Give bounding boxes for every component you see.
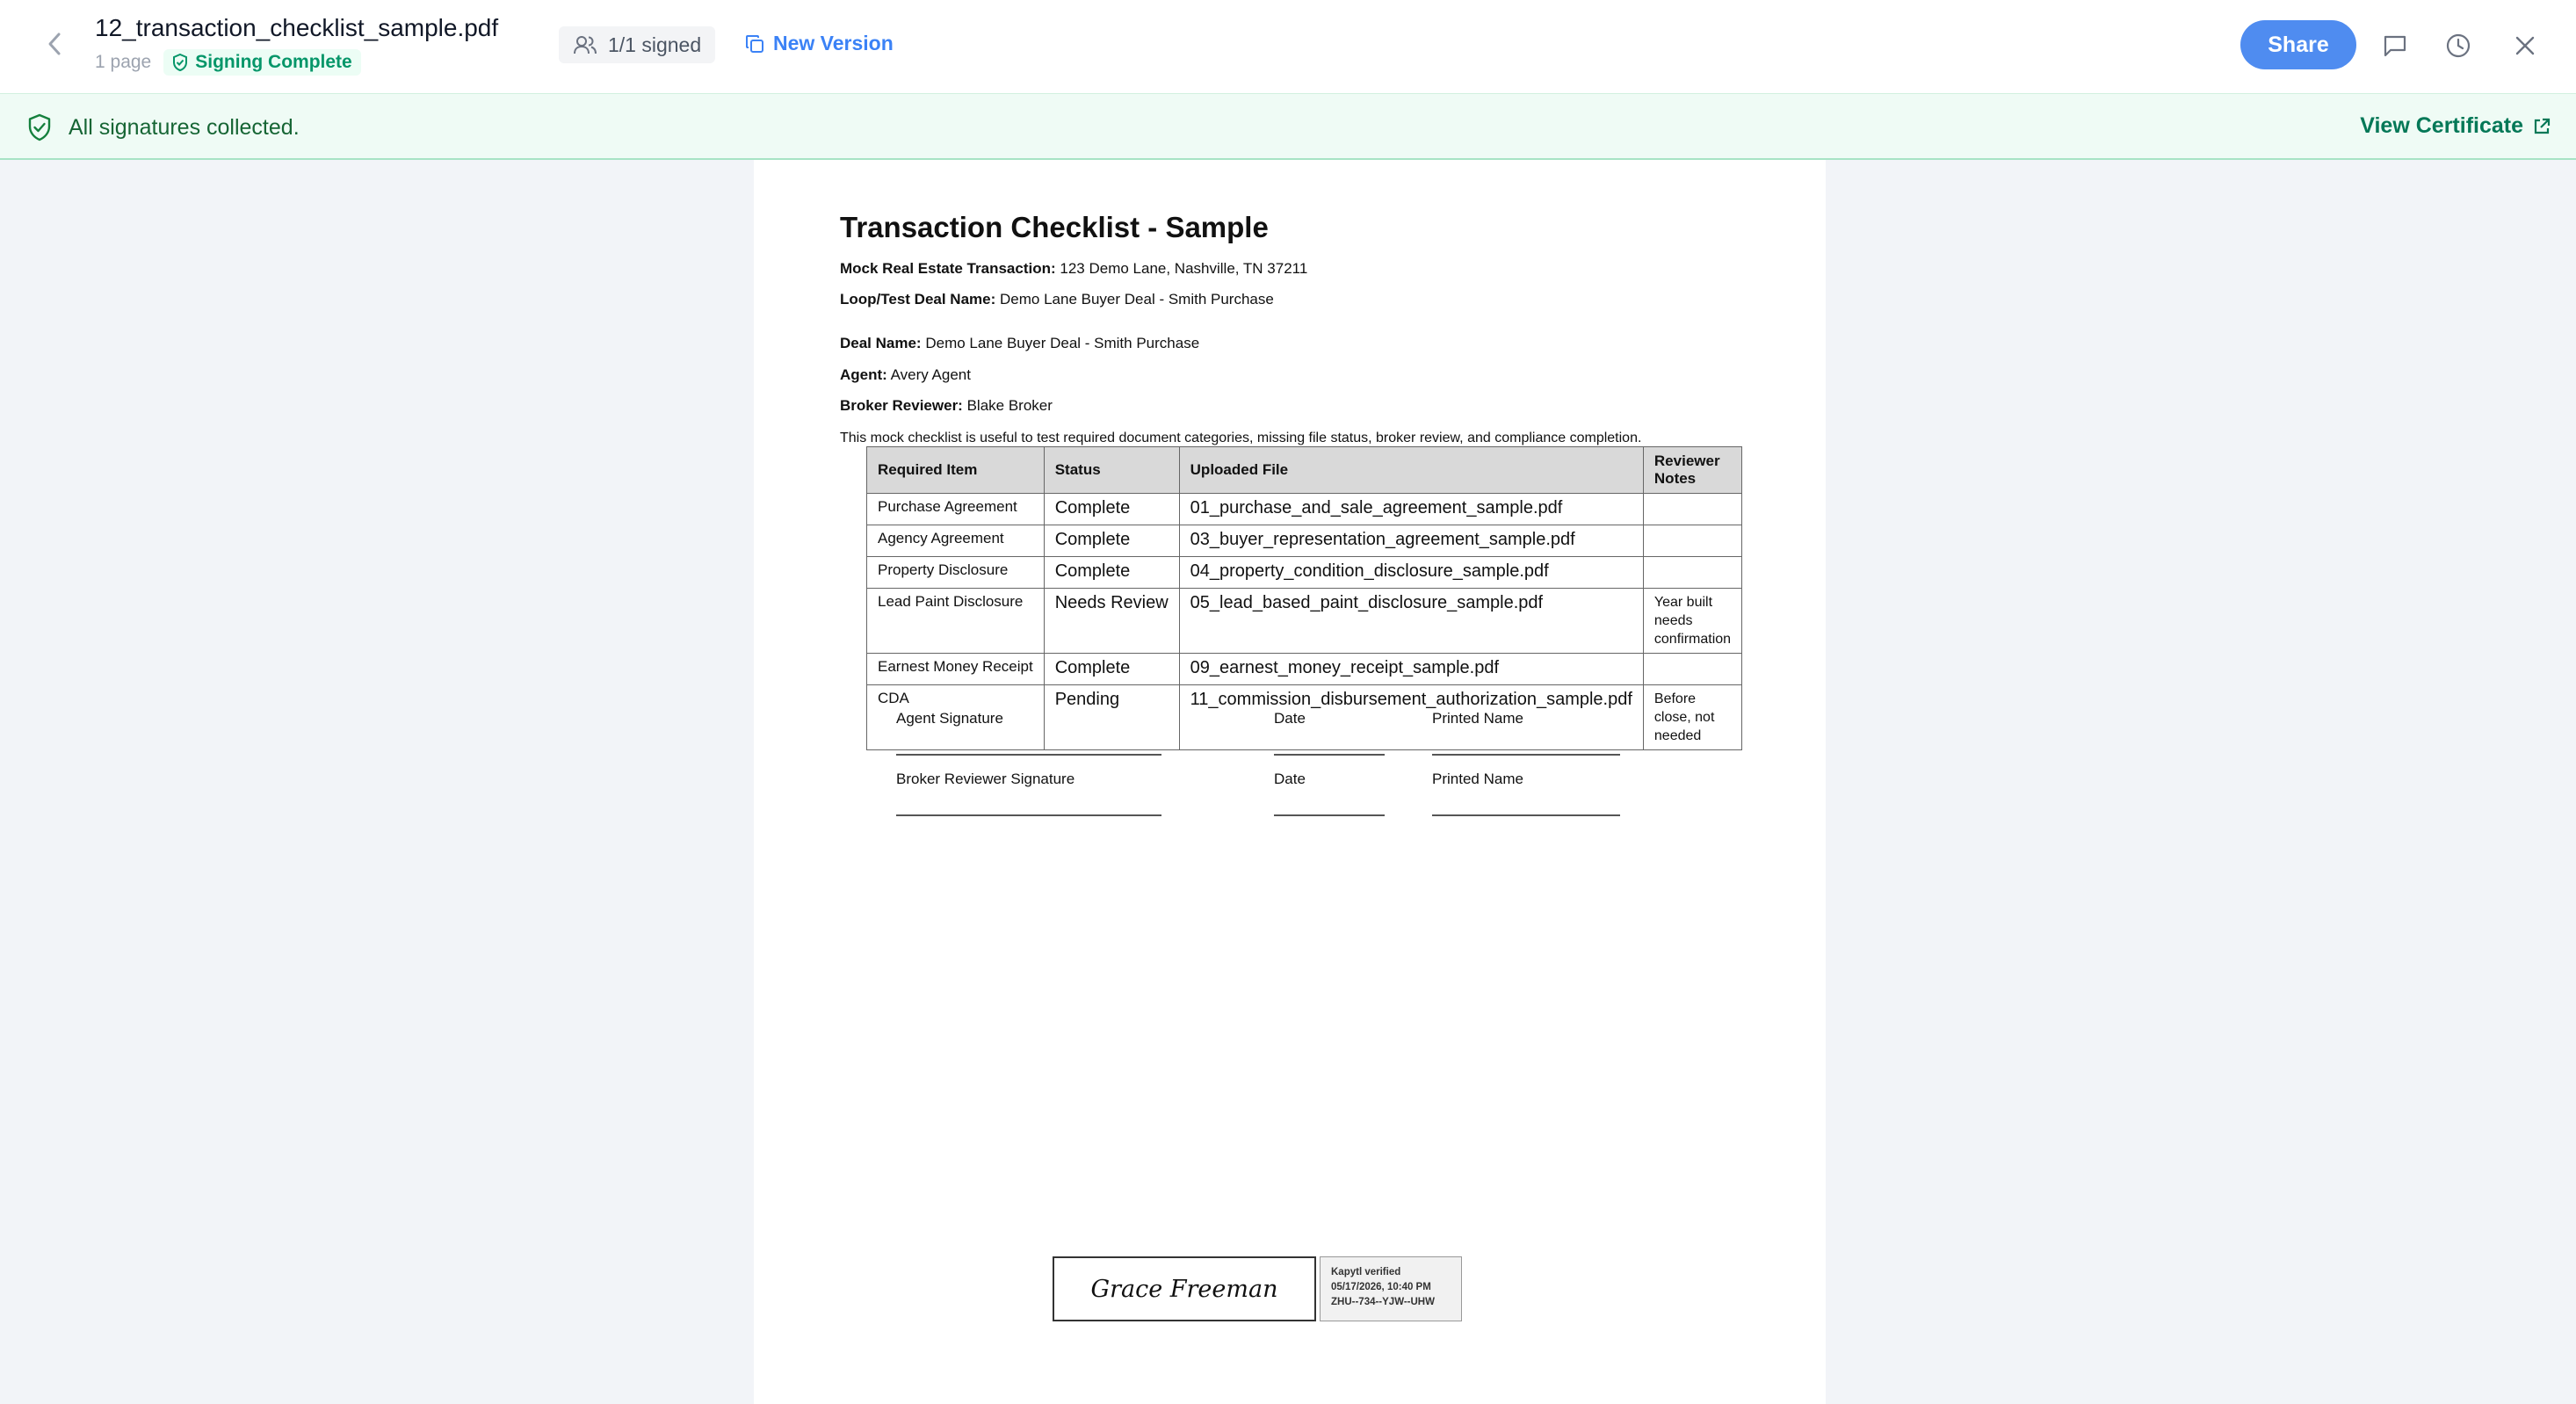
reviewer-notes [1642, 653, 1743, 685]
column-header: Status [1043, 446, 1180, 494]
item-status: Complete [1043, 653, 1180, 685]
printed-name-label: Printed Name [1432, 710, 1523, 727]
uploaded-file: 01_purchase_and_sale_agreement_sample.pd… [1178, 493, 1644, 525]
uploaded-file: 04_property_condition_disclosure_sample.… [1178, 556, 1644, 589]
reviewer-notes [1642, 556, 1743, 589]
uploaded-file: 09_earnest_money_receipt_sample.pdf [1178, 653, 1644, 685]
chevron-left-icon [48, 33, 61, 55]
reviewer-notes: Year built needs confirmation [1642, 588, 1743, 654]
comment-icon [2384, 35, 2406, 57]
page-count: 1 page [95, 52, 152, 72]
verification-code: ZHU--734--YJW--UHW [1331, 1297, 1435, 1307]
applied-signature[interactable]: Grace Freeman [1053, 1256, 1316, 1321]
required-item: Purchase Agreement [866, 493, 1045, 525]
checklist-table: Required Item Status Uploaded File Revie… [866, 446, 1743, 750]
shield-check-icon [28, 113, 51, 141]
shield-check-icon [173, 54, 188, 71]
document-page: Transaction Checklist - Sample Mock Real… [754, 160, 1826, 1404]
verification-timestamp: 05/17/2026, 10:40 PM [1331, 1282, 1431, 1292]
status-badge-label: Signing Complete [195, 52, 352, 72]
item-status: Complete [1043, 556, 1180, 589]
broker-signature-line [896, 814, 1161, 816]
signed-count: 1/1 signed [608, 33, 702, 56]
new-version-label: New Version [773, 32, 894, 54]
table-row: Property Disclosure Complete 04_property… [866, 556, 1743, 589]
transaction-field: Mock Real Estate Transaction: 123 Demo L… [840, 260, 1308, 277]
table-row: Lead Paint Disclosure Needs Review 05_le… [866, 588, 1743, 654]
uploaded-file: 11_commission_disbursement_authorization… [1178, 684, 1644, 750]
document-heading: Transaction Checklist - Sample [840, 211, 1269, 243]
broker-date-line [1274, 814, 1385, 816]
clock-icon [2446, 33, 2471, 58]
verification-label: Kapytl verified [1331, 1267, 1401, 1277]
view-certificate-label: View Certificate [2360, 113, 2523, 138]
view-certificate-link[interactable]: View Certificate [2360, 113, 2551, 139]
date-label: Date [1274, 771, 1306, 787]
new-version-button[interactable]: New Version [745, 32, 894, 55]
uploaded-file: 05_lead_based_paint_disclosure_sample.pd… [1178, 588, 1644, 654]
required-item: Earnest Money Receipt [866, 653, 1045, 685]
document-title[interactable]: 12_transaction_checklist_sample.pdf [95, 14, 498, 42]
agent-printed-name-line [1432, 754, 1620, 756]
users-icon [574, 36, 597, 54]
broker-printed-name-line [1432, 814, 1620, 816]
item-status: Complete [1043, 525, 1180, 557]
table-row: Earnest Money Receipt Complete 09_earnes… [866, 653, 1743, 685]
agent-field: Agent: Avery Agent [840, 366, 971, 383]
loop-deal-field: Loop/Test Deal Name: Demo Lane Buyer Dea… [840, 291, 1274, 308]
title-block: 12_transaction_checklist_sample.pdf 1 pa… [95, 14, 498, 76]
table-header-row: Required Item Status Uploaded File Revie… [866, 446, 1743, 494]
banner-message: All signatures collected. [69, 115, 300, 140]
required-item: Lead Paint Disclosure [866, 588, 1045, 654]
required-item: Agency Agreement [866, 525, 1045, 557]
agent-signature-label: Agent Signature [896, 710, 1003, 727]
broker-signature-label: Broker Reviewer Signature [896, 771, 1075, 787]
comments-button[interactable] [2376, 26, 2414, 65]
close-button[interactable] [2506, 26, 2544, 65]
reviewer-notes [1642, 525, 1743, 557]
date-label: Date [1274, 710, 1306, 727]
status-badge: Signing Complete [163, 49, 361, 76]
table-row: Purchase Agreement Complete 01_purchase_… [866, 493, 1743, 525]
copy-icon [746, 34, 763, 53]
history-button[interactable] [2439, 26, 2478, 65]
share-button[interactable]: Share [2240, 20, 2356, 69]
column-header: Required Item [866, 446, 1045, 494]
item-status: Needs Review [1043, 588, 1180, 654]
close-icon [2515, 36, 2535, 55]
agent-signature-line [896, 754, 1161, 756]
table-row: Agency Agreement Complete 03_buyer_repre… [866, 525, 1743, 557]
deal-name-field: Deal Name: Demo Lane Buyer Deal - Smith … [840, 335, 1200, 351]
document-meta: 1 page Signing Complete [95, 49, 498, 76]
top-bar: 12_transaction_checklist_sample.pdf 1 pa… [0, 0, 2576, 93]
reviewer-notes [1642, 493, 1743, 525]
reviewer-notes: Before close, not needed [1642, 684, 1743, 750]
back-button[interactable] [35, 25, 74, 63]
item-status: Pending [1043, 684, 1180, 750]
uploaded-file: 03_buyer_representation_agreement_sample… [1178, 525, 1644, 557]
signatures-collected-banner: All signatures collected. View Certifica… [0, 93, 2576, 160]
broker-reviewer-field: Broker Reviewer: Blake Broker [840, 397, 1053, 414]
checklist-intro: This mock checklist is useful to test re… [840, 431, 1642, 445]
external-link-icon [2534, 118, 2551, 134]
printed-name-label: Printed Name [1432, 771, 1523, 787]
column-header: Uploaded File [1178, 446, 1644, 494]
signers-button[interactable]: 1/1 signed [559, 26, 716, 63]
column-header: Reviewer Notes [1642, 446, 1743, 494]
agent-date-line [1274, 754, 1385, 756]
required-item: Property Disclosure [866, 556, 1045, 589]
item-status: Complete [1043, 493, 1180, 525]
verification-stamp: Kapytl verified 05/17/2026, 10:40 PM ZHU… [1320, 1256, 1462, 1321]
